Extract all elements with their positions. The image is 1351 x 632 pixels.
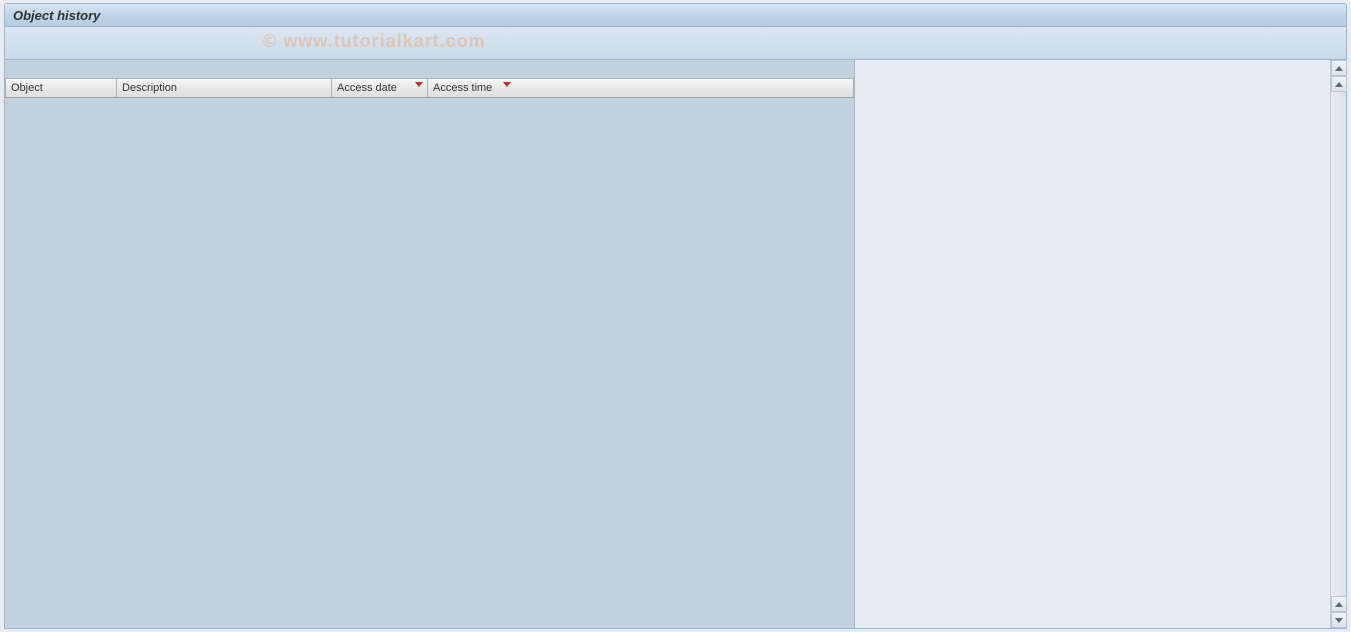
watermark: © www.tutorialkart.com xyxy=(263,31,486,52)
chevron-up-icon xyxy=(1335,66,1343,71)
sort-desc-icon xyxy=(415,82,423,87)
table-body xyxy=(5,98,854,628)
toolbar: © www.tutorialkart.com xyxy=(4,27,1347,60)
sort-desc-icon xyxy=(503,82,511,87)
window: Object history © www.tutorialkart.com Ob… xyxy=(4,3,1347,629)
column-label: Object xyxy=(11,82,43,94)
scroll-track[interactable] xyxy=(1331,92,1346,596)
table-header-row: Object Description Access date Access ti… xyxy=(5,78,854,98)
scroll-up-button[interactable] xyxy=(1331,76,1347,92)
column-header-access-time[interactable]: Access time xyxy=(428,79,854,97)
column-label: Access time xyxy=(433,82,492,94)
right-pane xyxy=(855,60,1346,628)
left-pane: Object Description Access date Access ti… xyxy=(5,60,855,628)
chevron-up-icon xyxy=(1335,82,1343,87)
chevron-up-icon xyxy=(1335,602,1343,607)
vertical-scrollbar[interactable] xyxy=(1330,60,1346,628)
content-area: Object Description Access date Access ti… xyxy=(4,60,1347,629)
column-label: Access date xyxy=(337,82,397,94)
scroll-down-button[interactable] xyxy=(1331,596,1347,612)
column-header-access-date[interactable]: Access date xyxy=(332,79,428,97)
scroll-down-button[interactable] xyxy=(1331,612,1347,628)
column-label: Description xyxy=(122,82,177,94)
page-title: Object history xyxy=(13,8,100,23)
column-header-description[interactable]: Description xyxy=(117,79,332,97)
scroll-up-button[interactable] xyxy=(1331,60,1347,76)
column-header-object[interactable]: Object xyxy=(5,79,117,97)
chevron-down-icon xyxy=(1335,618,1343,623)
title-bar: Object history xyxy=(4,3,1347,27)
